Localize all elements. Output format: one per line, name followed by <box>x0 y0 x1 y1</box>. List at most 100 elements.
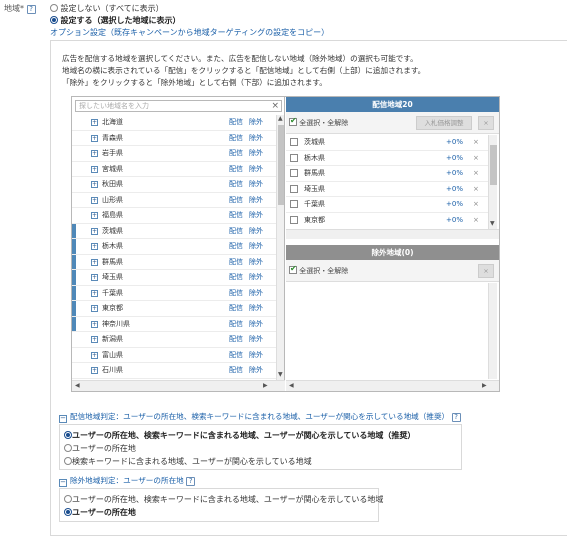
remove-icon[interactable]: × <box>473 213 479 228</box>
scroll-down-icon[interactable]: ▼ <box>490 220 495 227</box>
expand-icon[interactable]: + <box>91 351 98 359</box>
exclude-link[interactable]: 除外 <box>249 224 263 239</box>
scroll-right-icon[interactable]: ▶ <box>263 382 268 389</box>
help-icon[interactable]: ? <box>186 477 196 486</box>
checkbox-icon[interactable] <box>290 200 298 208</box>
deliver-link[interactable]: 配信 <box>229 332 243 347</box>
expand-icon[interactable]: + <box>91 212 98 219</box>
remove-icon[interactable]: × <box>473 197 479 212</box>
expand-icon[interactable]: + <box>91 289 98 297</box>
exclude-link[interactable]: 除外 <box>249 239 263 254</box>
deliver-link[interactable]: 配信 <box>229 255 243 270</box>
exclude-link[interactable]: 除外 <box>249 286 263 301</box>
copy-settings-link[interactable]: オプション設定（既存キャンペーンから地域ターゲティングの設定をコピー） <box>50 27 329 38</box>
expand-icon[interactable]: + <box>91 274 98 281</box>
bid-adjust-link[interactable]: +0% <box>446 135 463 150</box>
help-icon[interactable]: ? <box>26 5 36 14</box>
delivery-scrollbar[interactable]: ▼ <box>488 135 497 229</box>
remove-icon[interactable]: × <box>473 151 479 166</box>
exclude-link[interactable]: 除外 <box>249 177 263 192</box>
expand-icon[interactable]: + <box>91 196 98 204</box>
expand-icon[interactable]: + <box>91 258 98 266</box>
delivery-option-location[interactable]: ユーザーの所在地 <box>64 443 136 454</box>
expand-icon[interactable]: + <box>91 227 98 235</box>
exclude-link[interactable]: 除外 <box>249 208 263 223</box>
expand-icon[interactable]: + <box>91 150 98 157</box>
exclusion-hscrollbar[interactable]: ◀ ▶ <box>286 380 499 391</box>
expand-icon[interactable]: + <box>91 165 98 173</box>
exclusion-remove-button[interactable]: × <box>478 264 494 278</box>
radio-icon[interactable] <box>64 508 72 516</box>
exclude-link[interactable]: 除外 <box>249 162 263 177</box>
bid-adjust-button[interactable]: 入札価格調整 <box>416 116 472 130</box>
scroll-right-icon[interactable]: ▶ <box>482 382 487 389</box>
deliver-link[interactable]: 配信 <box>229 363 243 378</box>
deliver-link[interactable]: 配信 <box>229 131 243 146</box>
scroll-down-icon[interactable]: ▼ <box>278 371 283 378</box>
exclude-link[interactable]: 除外 <box>249 146 263 161</box>
deliver-link[interactable]: 配信 <box>229 177 243 192</box>
exclude-link[interactable]: 除外 <box>249 131 263 146</box>
bid-adjust-link[interactable]: +0% <box>446 213 463 228</box>
radio-no-setting[interactable]: 設定しない（すべてに表示） <box>50 3 164 14</box>
collapse-icon[interactable]: − <box>59 479 67 487</box>
scroll-left-icon[interactable]: ◀ <box>75 382 80 389</box>
exclusion-judgement-title[interactable]: − 除外地域判定：ユーザーの所在地 ? <box>59 475 196 487</box>
remove-icon[interactable]: × <box>473 135 479 150</box>
expand-icon[interactable]: + <box>91 134 98 142</box>
exclusion-option-all[interactable]: ユーザーの所在地、検索キーワードに含まれる地域、ユーザーが関心を示している地域 <box>64 494 383 505</box>
exclude-link[interactable]: 除外 <box>249 363 263 378</box>
remove-icon[interactable]: × <box>473 182 479 197</box>
exclude-link[interactable]: 除外 <box>249 255 263 270</box>
exclude-link[interactable]: 除外 <box>249 348 263 363</box>
checkbox-icon[interactable] <box>289 264 297 274</box>
expand-icon[interactable]: + <box>91 305 98 312</box>
expand-icon[interactable]: + <box>91 119 98 126</box>
radio-icon[interactable] <box>64 431 72 439</box>
scrollbar-thumb[interactable] <box>490 145 497 185</box>
radio-icon[interactable] <box>64 495 72 503</box>
deliver-link[interactable]: 配信 <box>229 208 243 223</box>
scroll-up-icon[interactable]: ▲ <box>278 115 283 122</box>
deliver-link[interactable]: 配信 <box>229 270 243 285</box>
bid-adjust-link[interactable]: +0% <box>446 166 463 181</box>
checkbox-icon[interactable] <box>290 184 298 193</box>
checkbox-icon[interactable] <box>290 153 298 162</box>
collapse-icon[interactable]: − <box>59 415 67 423</box>
deliver-link[interactable]: 配信 <box>229 146 243 161</box>
scrollbar-thumb[interactable] <box>278 125 284 205</box>
exclude-link[interactable]: 除外 <box>249 115 263 130</box>
expand-icon[interactable]: + <box>91 181 98 188</box>
deliver-link[interactable]: 配信 <box>229 301 243 316</box>
expand-icon[interactable]: + <box>91 367 98 374</box>
deliver-link[interactable]: 配信 <box>229 224 243 239</box>
deliver-link[interactable]: 配信 <box>229 115 243 130</box>
exclusion-option-location[interactable]: ユーザーの所在地 <box>64 507 136 518</box>
deliver-link[interactable]: 配信 <box>229 162 243 177</box>
exclude-link[interactable]: 除外 <box>249 193 263 208</box>
expand-icon[interactable]: + <box>91 320 98 328</box>
list-scrollbar[interactable]: ▲ ▼ <box>276 115 284 380</box>
clear-icon[interactable]: × <box>271 101 279 111</box>
deliver-link[interactable]: 配信 <box>229 239 243 254</box>
checkbox-icon[interactable] <box>290 138 298 146</box>
expand-icon[interactable]: + <box>91 336 98 343</box>
checkbox-icon[interactable] <box>290 215 298 224</box>
list-hscrollbar[interactable]: ◀ ▶ <box>72 380 285 391</box>
scroll-left-icon[interactable]: ◀ <box>289 382 294 389</box>
region-search-input[interactable]: 探したい地域名を入力 × <box>75 100 282 112</box>
delivery-hscrollbar[interactable] <box>286 229 499 239</box>
exclusion-select-all[interactable]: 全選択・全解除 <box>289 264 348 276</box>
deliver-link[interactable]: 配信 <box>229 348 243 363</box>
exclude-link[interactable]: 除外 <box>249 317 263 332</box>
bid-adjust-link[interactable]: +0% <box>446 151 463 166</box>
exclude-link[interactable]: 除外 <box>249 270 263 285</box>
help-icon[interactable]: ? <box>451 413 461 422</box>
checkbox-icon[interactable] <box>289 116 297 126</box>
radio-icon[interactable] <box>50 4 58 12</box>
delivery-judgement-title[interactable]: − 配信地域判定：ユーザーの所在地、検索キーワードに含まれる地域、ユーザーが関心を… <box>59 411 461 423</box>
radio-icon[interactable] <box>50 16 58 24</box>
delivery-option-all[interactable]: ユーザーの所在地、検索キーワードに含まれる地域、ユーザーが関心を示している地域（… <box>64 430 415 441</box>
delivery-select-all[interactable]: 全選択・全解除 <box>289 116 348 128</box>
delivery-remove-button[interactable]: × <box>478 116 494 130</box>
